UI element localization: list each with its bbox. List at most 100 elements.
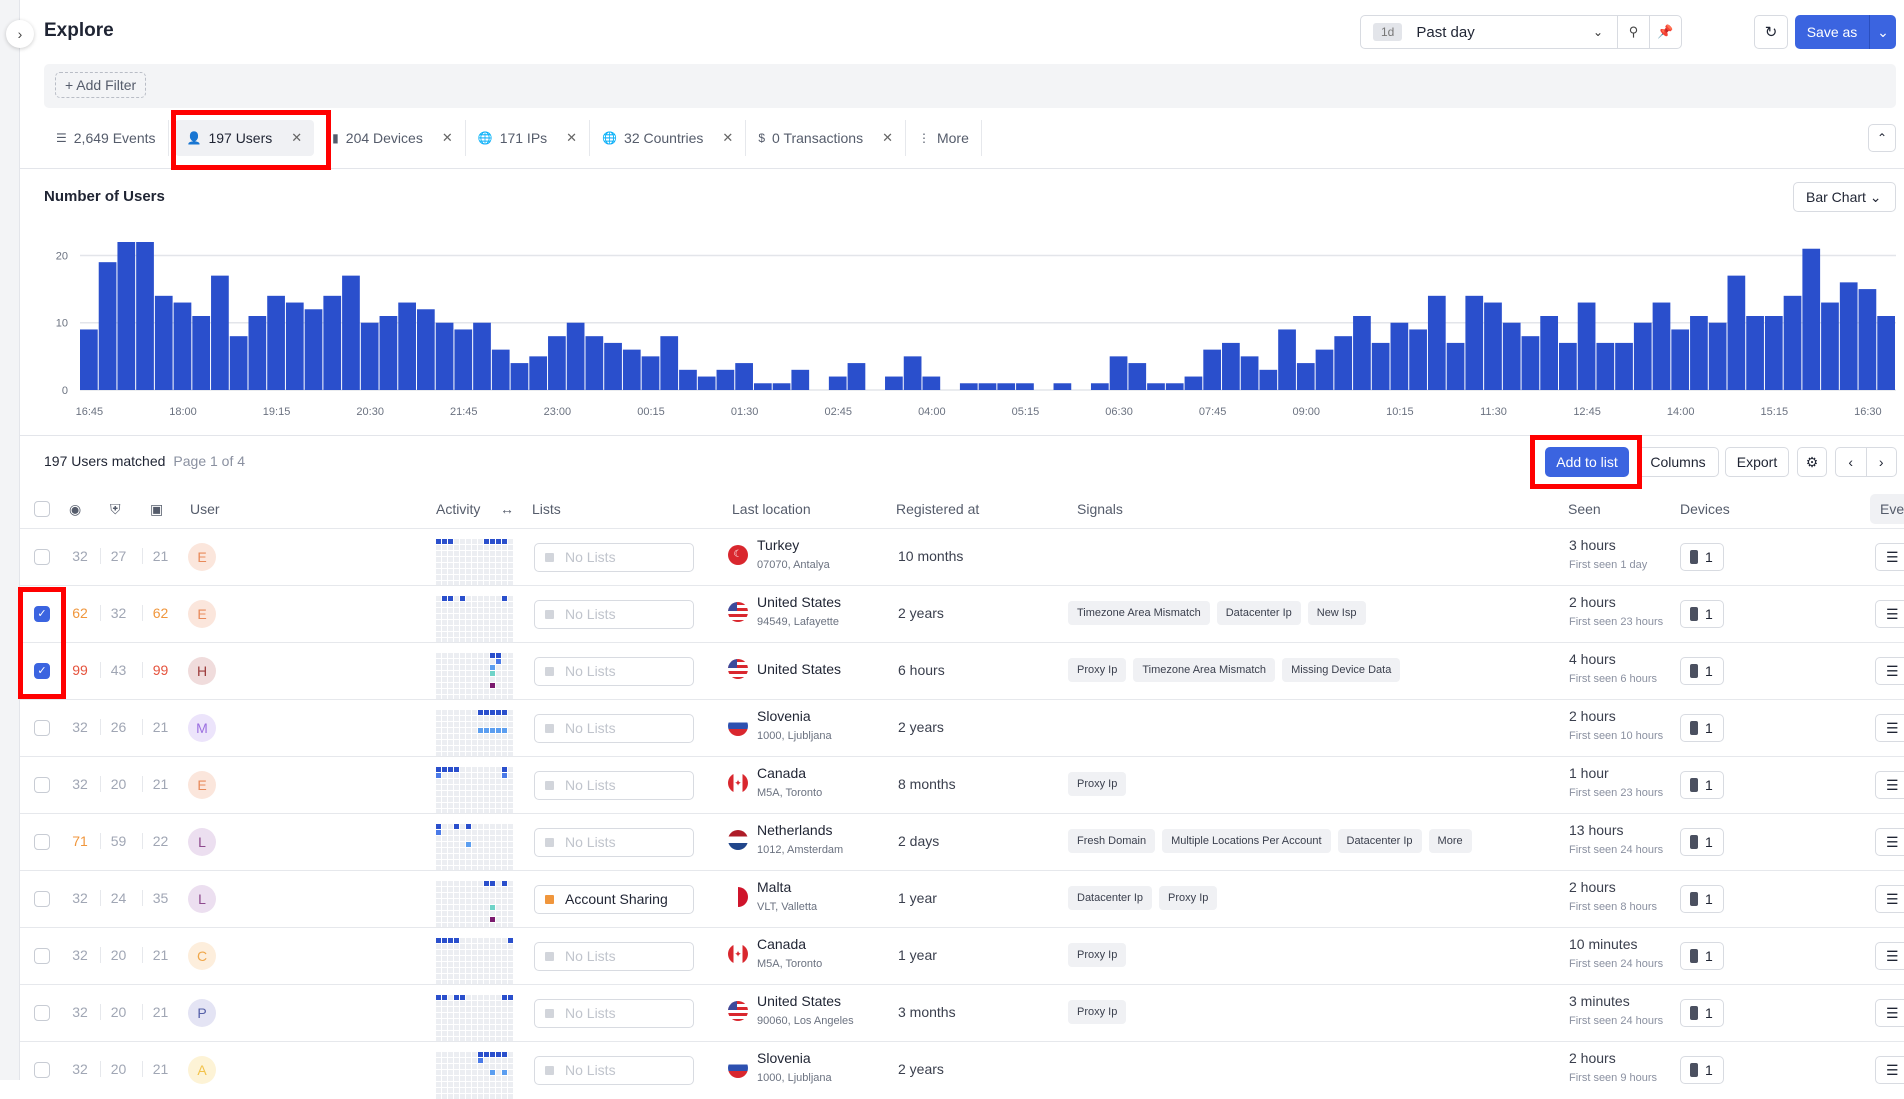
bar[interactable] — [80, 329, 98, 390]
lists-select[interactable]: No Lists — [534, 657, 694, 686]
bar[interactable] — [136, 242, 154, 390]
avatar[interactable]: E — [188, 771, 216, 799]
bar[interactable] — [1259, 369, 1278, 390]
refresh-button[interactable]: ↻ — [1754, 15, 1788, 49]
row-checkbox[interactable] — [34, 720, 50, 736]
devices-button[interactable]: 1 — [1680, 771, 1724, 799]
bar[interactable] — [1315, 349, 1334, 390]
row-checkbox[interactable] — [34, 549, 50, 565]
bar[interactable] — [416, 309, 435, 390]
bar[interactable] — [1559, 342, 1577, 390]
events-list-icon[interactable]: ☰ — [1875, 600, 1904, 628]
bar[interactable] — [1858, 289, 1877, 390]
bar[interactable] — [1128, 363, 1147, 390]
close-icon[interactable]: ✕ — [722, 130, 733, 146]
bar[interactable] — [1334, 336, 1353, 390]
signal-badge[interactable]: Timezone Area Mismatch — [1133, 658, 1276, 682]
row-checkbox[interactable] — [34, 834, 50, 850]
bar[interactable] — [1240, 356, 1259, 390]
bar[interactable] — [566, 322, 585, 390]
bar[interactable] — [323, 295, 342, 390]
bar[interactable] — [641, 356, 660, 390]
bar[interactable] — [828, 376, 847, 390]
bar[interactable] — [1877, 316, 1895, 390]
row-checkbox[interactable] — [34, 891, 50, 907]
tab-ips[interactable]: 🌐 171 IPs ✕ — [466, 120, 591, 156]
avatar[interactable]: L — [188, 885, 216, 913]
bar[interactable] — [1783, 295, 1802, 390]
bar[interactable] — [1577, 302, 1596, 390]
bar[interactable] — [622, 349, 641, 390]
bar[interactable] — [1484, 302, 1502, 390]
bar[interactable] — [1764, 316, 1783, 390]
header-devices[interactable]: Devices — [1680, 501, 1730, 517]
bar[interactable] — [1521, 336, 1540, 390]
bar[interactable] — [1652, 302, 1671, 390]
header-user[interactable]: User — [190, 501, 220, 517]
avatar[interactable]: E — [188, 600, 216, 628]
avatar[interactable]: L — [188, 828, 216, 856]
bar[interactable] — [1296, 363, 1315, 390]
signal-badge[interactable]: New Isp — [1307, 601, 1366, 625]
bar[interactable] — [192, 316, 211, 390]
bar[interactable] — [248, 316, 267, 390]
header-lists[interactable]: Lists — [532, 501, 561, 517]
table-row[interactable]: 32 27 21 E No Lists ☾ Turkey 07070, Anta… — [20, 528, 1904, 586]
bar[interactable] — [173, 302, 192, 390]
bar[interactable] — [1502, 322, 1521, 390]
bar[interactable] — [473, 322, 491, 390]
devices-button[interactable]: 1 — [1680, 999, 1724, 1027]
save-as-button[interactable]: Save as ⌄ — [1795, 15, 1896, 49]
bar[interactable] — [716, 369, 735, 390]
table-row[interactable]: 32 20 21 A No Lists Slovenia 1000, Ljubl… — [20, 1041, 1904, 1099]
signal-badge[interactable]: Datacenter Ip — [1337, 829, 1422, 853]
lists-select[interactable]: No Lists — [534, 714, 694, 743]
prev-page-chevron-left-icon[interactable]: ‹ — [1836, 448, 1867, 476]
signal-badge[interactable]: Datacenter Ip — [1068, 886, 1153, 910]
signal-badge[interactable]: Timezone Area Mismatch — [1068, 601, 1210, 625]
bar[interactable] — [1090, 383, 1109, 390]
header-signals[interactable]: Signals — [1077, 501, 1123, 517]
signal-badge[interactable]: Proxy Ip — [1068, 658, 1127, 682]
sidebar-toggle-chevron-right-icon[interactable]: › — [6, 20, 34, 48]
table-row[interactable]: 32 20 21 E No Lists ✦ Canada M5A, Toront… — [20, 756, 1904, 814]
bar[interactable] — [360, 322, 379, 390]
events-list-icon[interactable]: ☰ — [1875, 885, 1904, 913]
devices-button[interactable]: 1 — [1680, 885, 1724, 913]
export-button[interactable]: Export — [1725, 447, 1789, 477]
bar[interactable] — [1446, 342, 1465, 390]
bar[interactable] — [267, 295, 285, 390]
signal-badge[interactable]: Proxy Ip — [1159, 886, 1218, 910]
lists-select[interactable]: No Lists — [534, 771, 694, 800]
bar[interactable] — [1278, 329, 1296, 390]
add-filter-button[interactable]: + Add Filter — [55, 72, 147, 98]
bar[interactable] — [922, 376, 941, 390]
avatar[interactable]: M — [188, 714, 216, 742]
bar[interactable] — [1371, 342, 1390, 390]
devices-button[interactable]: 1 — [1680, 657, 1724, 685]
devices-button[interactable]: 1 — [1680, 714, 1724, 742]
bar[interactable] — [959, 383, 978, 390]
header-registered-at[interactable]: Registered at — [896, 501, 979, 517]
devices-button[interactable]: 1 — [1680, 828, 1724, 856]
bar[interactable] — [604, 342, 622, 390]
signal-badge[interactable]: Proxy Ip — [1068, 772, 1127, 796]
bar[interactable] — [1203, 349, 1222, 390]
signal-badge[interactable]: Datacenter Ip — [1216, 601, 1301, 625]
add-to-list-button[interactable]: Add to list — [1545, 447, 1629, 477]
bar[interactable] — [154, 295, 173, 390]
table-row[interactable]: 32 20 21 P No Lists United States 90060,… — [20, 984, 1904, 1042]
avatar[interactable]: H — [188, 657, 216, 685]
bar[interactable] — [1596, 342, 1615, 390]
next-page-chevron-right-icon[interactable]: › — [1867, 448, 1897, 476]
chevron-down-icon[interactable]: ⌄ — [1870, 24, 1896, 41]
bar[interactable] — [1465, 295, 1484, 390]
bar[interactable] — [1690, 316, 1708, 390]
devices-button[interactable]: 1 — [1680, 942, 1724, 970]
lists-select[interactable]: No Lists — [534, 600, 694, 629]
bar[interactable] — [1427, 295, 1446, 390]
lists-select[interactable]: No Lists — [534, 999, 694, 1028]
signal-badge[interactable]: Proxy Ip — [1068, 943, 1127, 967]
bar[interactable] — [1016, 383, 1034, 390]
bar[interactable] — [342, 275, 360, 390]
